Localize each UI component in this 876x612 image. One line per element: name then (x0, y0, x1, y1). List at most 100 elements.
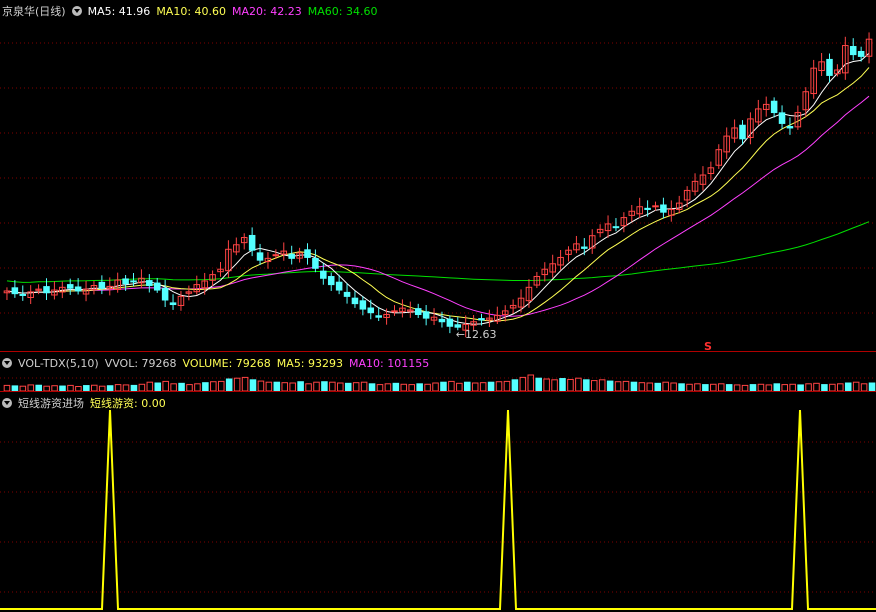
volume-bar (289, 382, 296, 392)
volume-bar (773, 383, 781, 392)
volume-bar (479, 382, 487, 392)
candle-body (288, 253, 295, 259)
candle-body (438, 318, 446, 323)
candle-body (98, 281, 106, 289)
volume-bar (598, 379, 606, 392)
candle-body (343, 291, 351, 297)
volume-bar (432, 382, 439, 392)
candle-body (660, 204, 667, 213)
candle-body (644, 207, 651, 210)
volume-bar (813, 382, 820, 392)
candlestick-panel: 京泉华(日线) MA5: 41.96 MA10: 40.60 MA20: 42.… (0, 0, 876, 352)
volume-bar (194, 383, 201, 392)
signal-line (0, 409, 876, 610)
volume-bar (440, 381, 447, 392)
volume-bar (487, 381, 495, 392)
volume-bar (551, 379, 558, 392)
candle-body (454, 324, 462, 328)
volume-bar (543, 378, 550, 392)
candle-body (327, 276, 335, 286)
volume-chart[interactable] (0, 352, 876, 392)
volume-bar (654, 382, 662, 392)
volume-bar (559, 378, 566, 392)
volume-bar (567, 378, 574, 392)
volume-bar (829, 383, 836, 392)
volume-bar (622, 380, 630, 392)
candle-body (169, 302, 177, 306)
volume-bar (265, 381, 273, 392)
volume-bar (844, 382, 852, 392)
price-chart[interactable]: ←12.63S (0, 0, 876, 352)
volume-bar (575, 377, 582, 392)
candle-body (367, 307, 375, 314)
volume-bar (424, 383, 431, 392)
volume-bar (170, 383, 177, 392)
volume-panel: VOL-TDX(5,10) VVOL: 79268 VOLUME: 79268 … (0, 352, 876, 392)
volume-bar (329, 381, 336, 392)
volume-bar (392, 382, 400, 392)
candle-body (351, 297, 359, 305)
volume-bar (614, 381, 622, 392)
candle-body (612, 226, 620, 229)
indicator-chart[interactable] (0, 392, 876, 612)
volume-bar (225, 378, 233, 392)
volume-bar (217, 380, 225, 392)
volume-bar (646, 382, 654, 392)
volume-bar (178, 382, 185, 392)
volume-bar (305, 383, 312, 392)
candle-body (304, 249, 311, 258)
volume-bar (344, 382, 352, 392)
candle-body (739, 124, 746, 140)
volume-bar (606, 380, 614, 392)
candle-body (857, 50, 865, 57)
volume-bar (368, 383, 376, 392)
volume-bar (535, 377, 542, 392)
candle-body (161, 287, 169, 301)
candle-body (153, 282, 161, 291)
candle-body (272, 254, 280, 257)
volume-bar (678, 383, 685, 392)
candle-body (335, 281, 343, 291)
candle-body (19, 293, 27, 296)
volume-bar (400, 383, 408, 392)
volume-bar (860, 383, 868, 392)
candle-body (581, 246, 588, 249)
volume-bar (456, 382, 463, 392)
volume-bar (670, 382, 677, 392)
volume-bar (662, 381, 669, 392)
volume-bar (717, 383, 725, 392)
volume-bar (210, 381, 217, 392)
candle-body (74, 286, 82, 292)
volume-bar (511, 379, 519, 392)
candle-body (391, 310, 398, 313)
low-price-label: ←12.63 (456, 328, 497, 341)
volume-bar (321, 381, 328, 392)
candle-body (43, 286, 50, 294)
candle-body (312, 257, 319, 269)
candle-body (122, 278, 129, 285)
candle-body (770, 100, 778, 114)
volume-bar (313, 381, 320, 392)
volume-bar (241, 376, 249, 392)
ma5-line (6, 52, 870, 325)
volume-bar (337, 382, 344, 392)
candle-body (130, 280, 137, 283)
candle-body (826, 58, 833, 76)
volume-bar (837, 383, 844, 392)
volume-bar (233, 377, 241, 392)
volume-bar (583, 379, 590, 392)
volume-bar (273, 381, 281, 392)
ma60-line (6, 221, 870, 283)
indicator-panel: 短线游资进场 短线游资: 0.00 (0, 392, 876, 612)
volume-bar (352, 382, 360, 392)
candle-body (66, 284, 74, 289)
volume-bar (805, 383, 812, 392)
candle-body (320, 270, 327, 279)
candle-body (849, 46, 857, 56)
volume-bar (360, 381, 368, 392)
volume-bar (527, 374, 535, 392)
candle-body (359, 300, 367, 310)
candle-body (375, 315, 382, 318)
volume-bar (852, 381, 860, 392)
volume-bar (471, 382, 479, 392)
